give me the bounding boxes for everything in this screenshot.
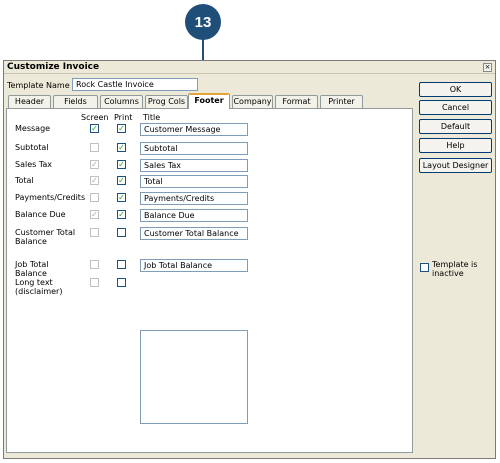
screen-checkbox	[90, 143, 99, 152]
title-field[interactable]: Customer Message	[140, 123, 248, 136]
screen-checkbox	[90, 260, 99, 269]
title-field[interactable]: Customer Total Balance	[140, 227, 248, 240]
screen-column-header: Screen	[81, 113, 109, 122]
help-button[interactable]: Help	[419, 138, 492, 153]
tab-prog-cols[interactable]: Prog Cols	[145, 95, 188, 108]
title-field[interactable]: Sales Tax	[140, 159, 248, 172]
title-field[interactable]: Total	[140, 175, 248, 188]
tab-printer[interactable]: Printer	[320, 95, 363, 108]
print-column-header: Print	[114, 113, 133, 122]
footer-tab-panel: Screen Print Title Message ✓ ✓ Customer Mes…	[6, 108, 413, 453]
screen-checkbox: ✓	[90, 176, 99, 185]
tab-strip: Header Fields Columns Prog Cols Footer C…	[6, 93, 426, 109]
close-icon[interactable]: ×	[483, 63, 492, 72]
screen-checkbox	[90, 228, 99, 237]
tab-fields[interactable]: Fields	[53, 95, 98, 108]
screen-checkbox	[90, 278, 99, 287]
print-checkbox[interactable]: ✓	[117, 143, 126, 152]
row-label: Customer Total Balance	[15, 228, 76, 246]
print-checkbox[interactable]: ✓	[117, 124, 126, 133]
print-checkbox[interactable]: ✓	[117, 176, 126, 185]
print-checkbox[interactable]: ✓	[117, 210, 126, 219]
row-label: Subtotal	[15, 143, 49, 152]
row-label: Job Total Balance	[15, 260, 49, 278]
customize-invoice-dialog: Customize Invoice × Template Name Rock C…	[3, 60, 496, 459]
template-name-input[interactable]: Rock Castle Invoice	[72, 78, 198, 91]
row-label: Total	[15, 176, 34, 185]
screen-checkbox[interactable]: ✓	[90, 124, 99, 133]
ok-button[interactable]: OK	[419, 82, 492, 97]
tab-company[interactable]: Company	[232, 95, 273, 108]
template-inactive-label: Template is inactive	[432, 260, 478, 278]
step-callout-badge: 13	[185, 4, 221, 40]
tab-format[interactable]: Format	[275, 95, 318, 108]
title-field[interactable]: Balance Due	[140, 209, 248, 222]
title-field[interactable]: Job Total Balance	[140, 259, 248, 272]
row-label: Message	[15, 124, 51, 133]
tab-columns[interactable]: Columns	[100, 95, 143, 108]
row-label: Payments/Credits	[15, 193, 86, 202]
screen-checkbox: ✓	[90, 210, 99, 219]
default-button[interactable]: Default	[419, 119, 492, 134]
print-checkbox[interactable]	[117, 228, 126, 237]
cancel-button[interactable]: Cancel	[419, 100, 492, 115]
tab-header[interactable]: Header	[8, 95, 51, 108]
tab-footer[interactable]: Footer	[188, 93, 230, 109]
print-checkbox[interactable]	[117, 278, 126, 287]
title-field[interactable]: Subtotal	[140, 142, 248, 155]
template-inactive-checkbox[interactable]	[420, 263, 429, 272]
print-checkbox[interactable]: ✓	[117, 193, 126, 202]
row-label: Balance Due	[15, 210, 66, 219]
print-checkbox[interactable]	[117, 260, 126, 269]
title-field[interactable]: Payments/Credits	[140, 192, 248, 205]
screen-checkbox: ✓	[90, 160, 99, 169]
row-label: Long text (disclaimer)	[15, 278, 63, 296]
long-text-title-area[interactable]	[140, 330, 248, 424]
template-name-label: Template Name	[7, 81, 70, 90]
dialog-title: Customize Invoice	[7, 62, 100, 72]
title-column-header: Title	[143, 113, 161, 122]
screen-checkbox	[90, 193, 99, 202]
dialog-titlebar: Customize Invoice	[4, 61, 495, 74]
print-checkbox[interactable]: ✓	[117, 160, 126, 169]
layout-designer-button[interactable]: Layout Designer	[419, 158, 492, 173]
row-label: Sales Tax	[15, 160, 53, 169]
